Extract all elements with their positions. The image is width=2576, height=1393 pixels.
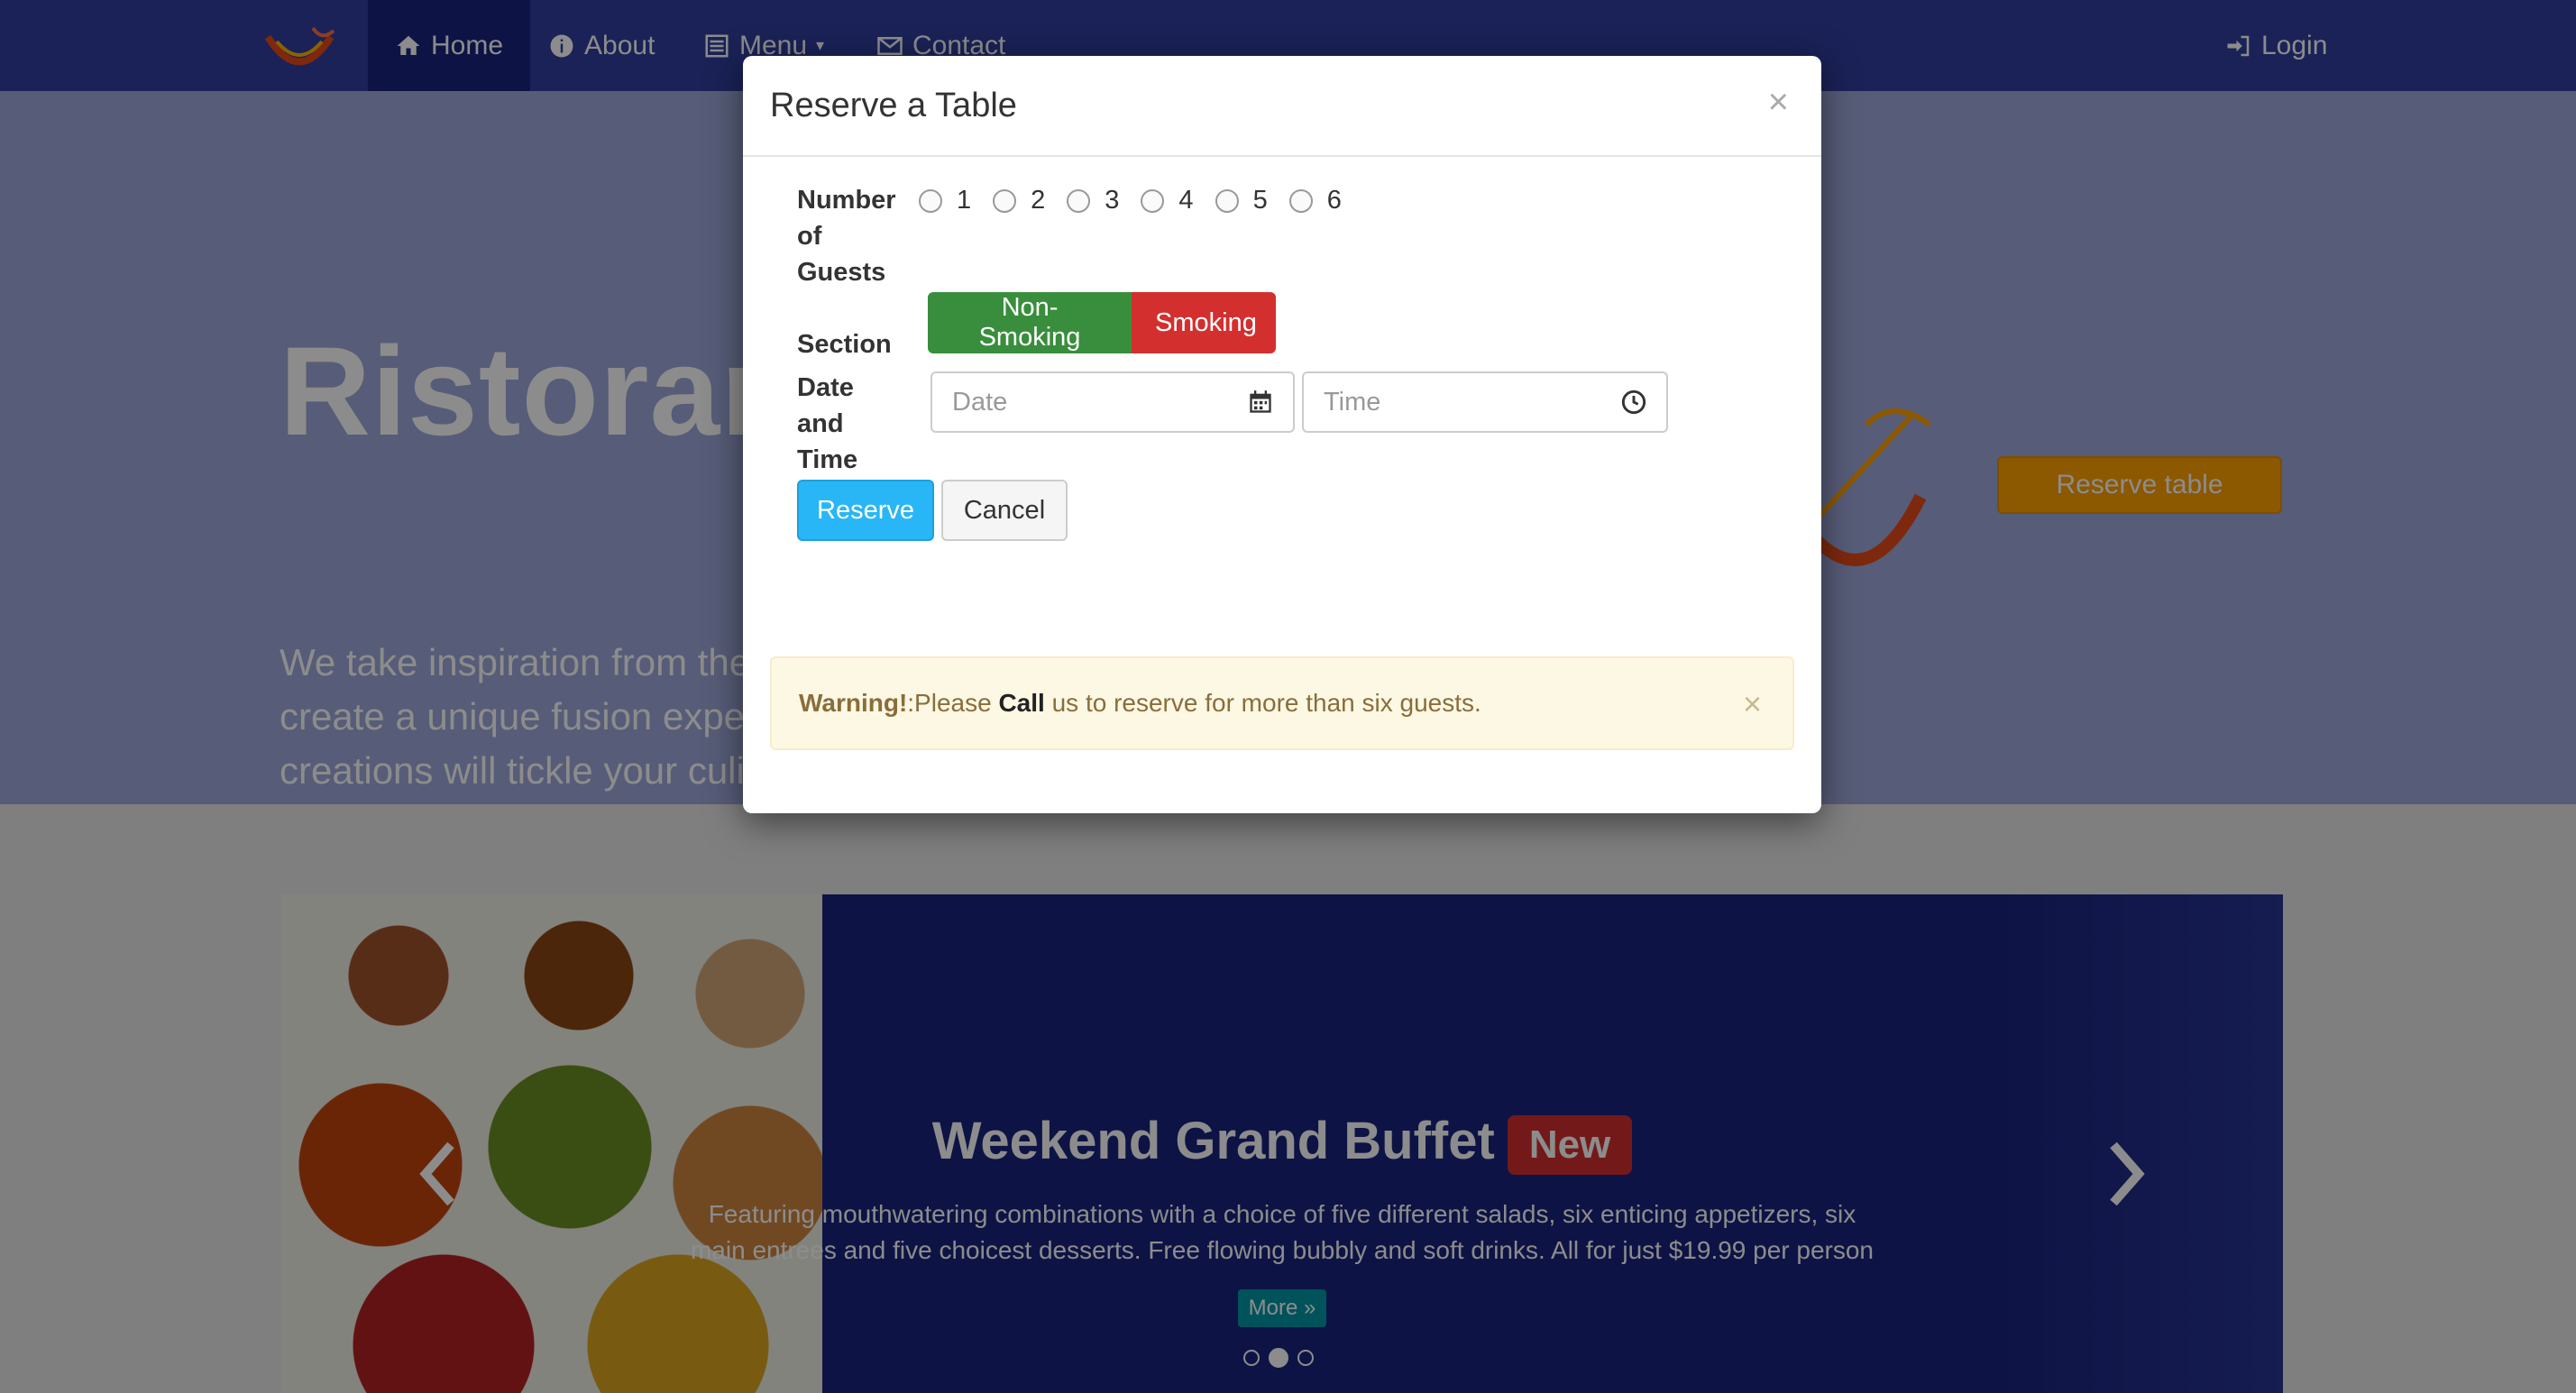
modal-close-button[interactable]: × bbox=[1763, 81, 1794, 124]
cancel-button[interactable]: Cancel bbox=[941, 480, 1068, 541]
radio-button[interactable] bbox=[919, 188, 942, 213]
modal-title: Reserve a Table bbox=[770, 87, 1017, 124]
date-input[interactable]: Date bbox=[930, 371, 1295, 433]
guest-option-label: 2 bbox=[1031, 186, 1046, 215]
radio-button[interactable] bbox=[1141, 188, 1165, 213]
radio-button[interactable] bbox=[1215, 188, 1239, 213]
section-label: Section bbox=[797, 330, 892, 359]
reserve-modal: Reserve a Table × Number of Guests 1 2 3… bbox=[743, 56, 1821, 813]
warning-alert: Warning!:Please Call us to reserve for m… bbox=[770, 656, 1794, 750]
radio-button[interactable] bbox=[1067, 188, 1091, 213]
guest-radio-group: 1 2 3 4 5 6 bbox=[919, 186, 1363, 215]
section-toggle: Non-Smoking Smoking bbox=[928, 292, 1276, 353]
guests-label: Number of Guests bbox=[797, 186, 896, 287]
non-smoking-button[interactable]: Non-Smoking bbox=[928, 292, 1132, 353]
reserve-button[interactable]: Reserve bbox=[797, 480, 934, 541]
alert-close-button[interactable]: × bbox=[1737, 658, 1767, 750]
smoking-button[interactable]: Smoking bbox=[1132, 292, 1276, 353]
date-placeholder: Date bbox=[952, 387, 1008, 417]
guest-option-label: 4 bbox=[1178, 186, 1194, 215]
clock-icon bbox=[1621, 389, 1646, 415]
guest-option-1[interactable]: 1 bbox=[919, 186, 971, 215]
alert-text-2: us to reserve for more than six guests. bbox=[1044, 689, 1481, 717]
alert-call: Call bbox=[998, 689, 1045, 717]
guest-option-label: 1 bbox=[957, 186, 972, 215]
time-input[interactable]: Time bbox=[1302, 371, 1668, 433]
modal-header: Reserve a Table × bbox=[743, 56, 1821, 157]
guest-option-5[interactable]: 5 bbox=[1215, 186, 1268, 215]
radio-button[interactable] bbox=[1288, 188, 1313, 213]
guest-option-label: 6 bbox=[1326, 186, 1342, 215]
radio-button[interactable] bbox=[993, 188, 1017, 213]
guest-option-label: 5 bbox=[1252, 186, 1268, 215]
datetime-label: Date and Time bbox=[797, 373, 858, 474]
calendar-icon bbox=[1250, 390, 1271, 413]
alert-text-1: :Please bbox=[907, 689, 999, 717]
guest-option-4[interactable]: 4 bbox=[1141, 186, 1194, 215]
guest-option-6[interactable]: 6 bbox=[1288, 186, 1342, 215]
alert-strong: Warning! bbox=[799, 689, 908, 717]
guest-option-2[interactable]: 2 bbox=[993, 186, 1045, 215]
time-placeholder: Time bbox=[1324, 387, 1381, 417]
guest-option-label: 3 bbox=[1105, 186, 1120, 215]
guest-option-3[interactable]: 3 bbox=[1067, 186, 1119, 215]
